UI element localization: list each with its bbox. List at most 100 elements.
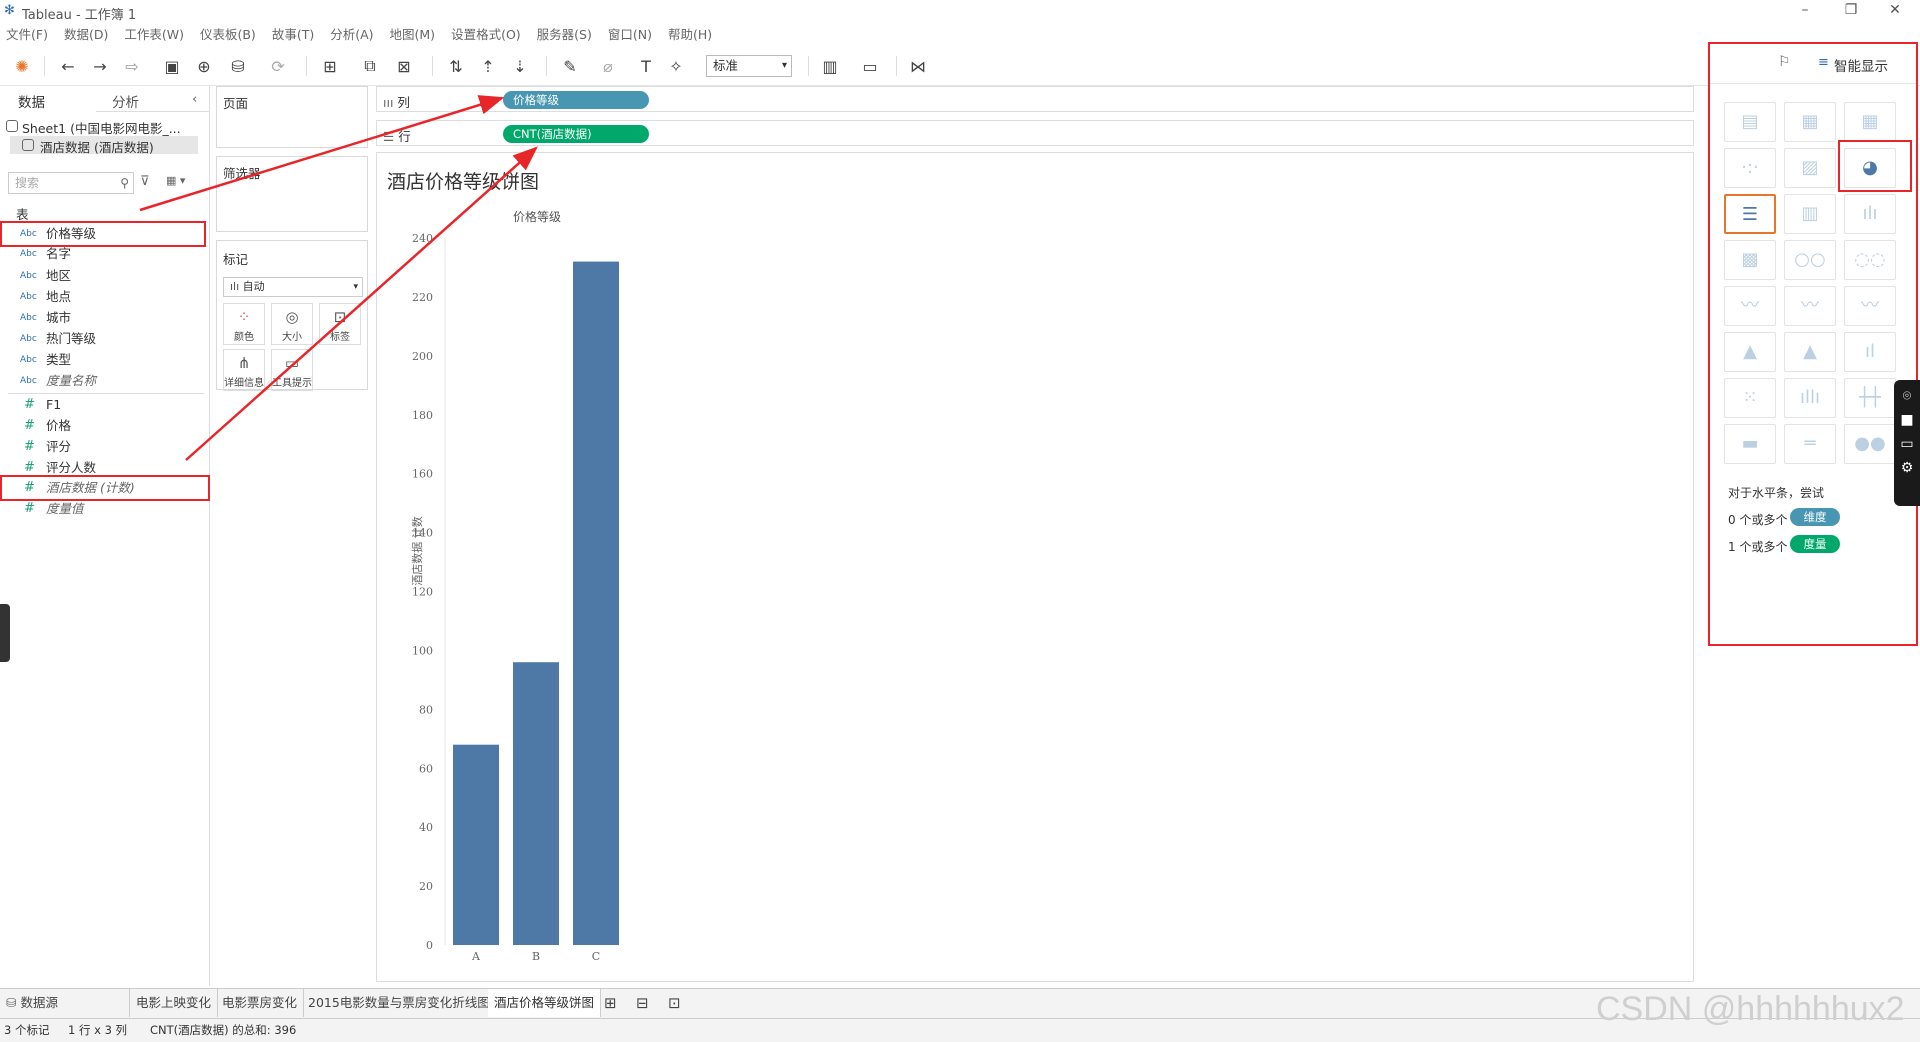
undo-icon[interactable]: ← — [56, 54, 80, 78]
field-measure[interactable]: # F1 — [0, 395, 208, 415]
new-story-icon[interactable]: ⊡ — [662, 989, 687, 1017]
menu-file[interactable]: 文件(F) — [6, 24, 48, 46]
collapse-icon[interactable]: ‹ — [192, 91, 197, 107]
filter-icon[interactable]: ⊽ — [140, 174, 150, 189]
side-handle[interactable] — [0, 604, 10, 662]
fit-select[interactable]: 标准 ▾ — [706, 55, 792, 77]
close-icon[interactable]: ✕ — [1880, 2, 1910, 18]
y-tick-label: 40 — [419, 821, 433, 834]
pages-card[interactable]: 页面 — [216, 86, 368, 148]
highlight-box — [0, 475, 210, 501]
menu-map[interactable]: 地图(M) — [390, 24, 436, 46]
columns-shelf[interactable]: ııı 列 价格等级 — [376, 86, 1694, 112]
rows-label: ☰ 行 — [383, 129, 411, 144]
tab-sheet[interactable]: 电影上映变化 — [130, 989, 219, 1017]
tooltip-button[interactable]: ▭ 工具提示 — [271, 349, 313, 391]
menu-window[interactable]: 窗口(N) — [608, 24, 652, 46]
tab-datasource[interactable]: ⛁ 数据源 — [0, 989, 130, 1017]
pin-icon[interactable]: ✧ — [664, 54, 688, 78]
search-input[interactable]: 搜索 ⚲ — [8, 172, 134, 194]
chevron-down-icon: ▾ — [781, 60, 787, 71]
tooltip-icon: ▭ — [284, 354, 300, 372]
view-options-icon[interactable]: ▦ ▾ — [166, 174, 185, 187]
restore-icon[interactable]: ❐ — [1836, 2, 1866, 18]
rows-pill[interactable]: CNT(酒店数据) — [503, 125, 649, 143]
menu-story[interactable]: 故事(T) — [272, 24, 314, 46]
menu-worksheet[interactable]: 工作表(W) — [124, 24, 184, 46]
labels-icon[interactable]: T — [634, 54, 658, 78]
detail-button[interactable]: ⋔ 详细信息 — [223, 349, 265, 391]
new-dashboard-icon[interactable]: ⊟ — [630, 989, 655, 1017]
datasource-icon — [22, 139, 34, 151]
save-icon[interactable]: ▣ — [160, 54, 184, 78]
datasource-hotel[interactable]: 酒店数据 (酒店数据) — [40, 137, 154, 156]
filters-card[interactable]: 筛选器 — [216, 156, 368, 232]
tab-data[interactable]: 数据 — [18, 91, 45, 111]
field-dimension[interactable]: Abc 类型 — [0, 350, 208, 370]
field-measure[interactable]: # 价格 — [0, 416, 208, 436]
datasource-sheet1[interactable]: Sheet1 (中国电影网电影_... — [22, 118, 181, 137]
swap-icon[interactable]: ⇅ — [444, 54, 468, 78]
menu-format[interactable]: 设置格式(O) — [451, 24, 521, 46]
active-tab-indicator — [0, 110, 96, 112]
new-datasource-icon[interactable]: ⊕ — [192, 54, 216, 78]
bar-B[interactable] — [513, 662, 559, 945]
status-marks: 3 个标记 — [4, 1023, 50, 1037]
menu-help[interactable]: 帮助(H) — [668, 24, 712, 46]
screen-icon[interactable]: ▭ — [1894, 436, 1920, 452]
bar-C[interactable] — [573, 261, 619, 945]
bar-A[interactable] — [453, 744, 499, 945]
camera-icon[interactable]: ⌾ — [1894, 388, 1920, 404]
menu-analysis[interactable]: 分析(A) — [330, 24, 373, 46]
field-measure[interactable]: # 度量值 — [0, 499, 208, 519]
pause-updates-icon[interactable]: ⛁ — [226, 54, 250, 78]
settings-icon[interactable]: ⚙ — [1894, 460, 1920, 476]
divider — [808, 56, 809, 76]
worksheet-view: 酒店价格等级饼图 价格等级 酒店数据 计数 0 20 40 60 80 100 120 140… — [376, 152, 1694, 982]
status-sum: CNT(酒店数据) 的总和: 396 — [150, 1023, 297, 1037]
new-worksheet-icon[interactable]: ⊞ — [318, 54, 342, 78]
field-dimension[interactable]: Abc 度量名称 — [0, 371, 208, 391]
field-dimension[interactable]: Abc 地点 — [0, 287, 208, 307]
tab-sheet[interactable]: 2015电影数量与票房变化折线图 — [302, 989, 497, 1017]
color-button[interactable]: ⁘ 颜色 — [223, 303, 265, 345]
label-button[interactable]: ⊡ 标签 — [319, 303, 361, 345]
tab-sheet[interactable]: 电影票房变化 — [216, 989, 305, 1017]
redo-icon[interactable]: → — [88, 54, 112, 78]
mark-type-dropdown[interactable]: ılı 自动 ▾ — [223, 277, 363, 297]
duplicate-icon[interactable]: ⧉ — [358, 54, 382, 78]
y-tick-label: 0 — [426, 939, 433, 952]
highlight-icon[interactable]: ✎ — [558, 54, 582, 78]
new-worksheet-icon[interactable]: ⊞ — [598, 989, 623, 1017]
presentation-icon[interactable]: ▭ — [858, 54, 882, 78]
field-dimension[interactable]: Abc 名字 — [0, 244, 208, 264]
detail-icon: ⋔ — [237, 354, 251, 372]
menu-server[interactable]: 服务器(S) — [537, 24, 592, 46]
tab-sheet-active[interactable]: 酒店价格等级饼图 — [488, 989, 602, 1017]
menu-data[interactable]: 数据(D) — [64, 24, 108, 46]
sort-asc-icon[interactable]: ⇡ — [476, 54, 500, 78]
tableau-home-icon[interactable]: ✺ — [10, 54, 34, 78]
menu-dashboard[interactable]: 仪表板(B) — [200, 24, 256, 46]
field-dimension[interactable]: Abc 热门等级 — [0, 329, 208, 349]
replay-icon[interactable]: ⇨ — [120, 54, 144, 78]
show-cards-icon[interactable]: ▥ — [818, 54, 842, 78]
columns-pill[interactable]: 价格等级 — [503, 91, 649, 109]
y-tick-label: 80 — [419, 703, 433, 716]
field-measure[interactable]: # 评分 — [0, 437, 208, 457]
rows-shelf[interactable]: ☰ 行 CNT(酒店数据) — [376, 120, 1694, 146]
video-icon[interactable]: ■ — [1894, 412, 1920, 428]
field-dimension[interactable]: Abc 地区 — [0, 266, 208, 286]
group-icon[interactable]: ⌀ — [596, 54, 620, 78]
pages-card-title: 页面 — [223, 96, 249, 111]
refresh-icon[interactable]: ⟳ — [266, 54, 290, 78]
field-dimension[interactable]: Abc 城市 — [0, 308, 208, 328]
highlight-box — [1708, 42, 1918, 646]
clear-sheet-icon[interactable]: ⊠ — [392, 54, 416, 78]
minimize-icon[interactable]: – — [1790, 2, 1820, 18]
share-icon[interactable]: ⋈ — [906, 54, 930, 78]
tab-analysis[interactable]: 分析 — [112, 91, 139, 111]
sort-desc-icon[interactable]: ⇣ — [508, 54, 532, 78]
size-button[interactable]: ◎ 大小 — [271, 303, 313, 345]
y-tick-label: 180 — [412, 409, 433, 422]
